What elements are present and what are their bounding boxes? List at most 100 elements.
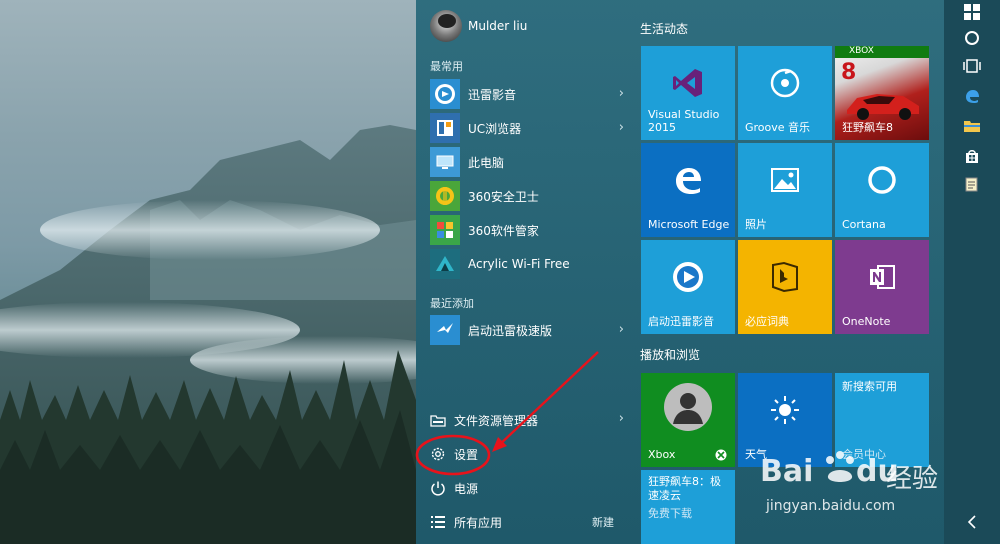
360-software-icon xyxy=(430,215,460,245)
edge-icon xyxy=(672,164,704,200)
tile-label: 启动迅雷影音 xyxy=(648,315,714,328)
app-item-this-pc[interactable]: 此电脑 xyxy=(430,146,626,178)
tile-weather[interactable]: 天气 xyxy=(738,373,832,467)
watermark-url: jingyan.baidu.com xyxy=(766,498,896,514)
new-search-label: 新搜索可用 xyxy=(842,380,897,393)
power-icon xyxy=(430,480,446,496)
tile-cortana[interactable]: Cortana xyxy=(835,143,929,237)
desktop-wallpaper xyxy=(0,0,416,544)
all-apps-label: 所有应用 xyxy=(454,515,503,530)
app-label: 360软件管家 xyxy=(468,223,539,238)
xunlei-bird-icon xyxy=(430,315,460,345)
folder-icon xyxy=(430,412,446,428)
xbox-avatar-icon xyxy=(663,382,713,436)
file-explorer-button[interactable]: 文件资源管理器 › xyxy=(430,406,626,434)
tile-label: Xbox xyxy=(648,448,676,461)
groove-music-icon xyxy=(769,67,801,103)
onenote-icon xyxy=(866,261,898,297)
360-safe-icon xyxy=(430,181,460,211)
promo-free-download: 免费下载 xyxy=(648,507,692,520)
recently-added-heading: 最近添加 xyxy=(430,297,474,310)
app-label: 此电脑 xyxy=(468,155,505,170)
search-circle-icon[interactable] xyxy=(960,26,984,50)
tile-asphalt8[interactable]: XBOX 8 狂野飙车8 xyxy=(835,46,929,140)
tile-onenote[interactable]: OneNote xyxy=(835,240,929,334)
watermark-cn: 经验 xyxy=(886,464,939,494)
task-view-icon[interactable] xyxy=(960,54,984,78)
uc-browser-icon xyxy=(430,113,460,143)
acrylic-wifi-icon xyxy=(430,249,460,279)
power-button[interactable]: 电源 xyxy=(430,474,626,502)
list-icon xyxy=(430,514,446,530)
start-menu-left-column: Mulder liu 最常用 迅雷影音 › UC浏览器 › 此电脑 360安全卫… xyxy=(416,0,624,544)
xbox-logo-icon xyxy=(715,449,727,461)
chevron-right-icon[interactable]: › xyxy=(619,322,624,337)
computer-icon xyxy=(430,147,460,177)
race-car-icon xyxy=(847,94,919,120)
visual-studio-icon xyxy=(671,66,705,104)
bing-dictionary-icon xyxy=(770,261,800,297)
tile-visual-studio[interactable]: Visual Studio 2015 xyxy=(641,46,735,140)
paw-icon xyxy=(826,451,854,482)
tile-label: Groove 音乐 xyxy=(745,121,811,134)
mountain-landscape xyxy=(0,125,416,544)
watermark-brand: Bai xyxy=(760,454,814,489)
taskbar xyxy=(944,0,1000,544)
xbox-tag: XBOX xyxy=(849,46,874,56)
tile-microsoft-edge[interactable]: Microsoft Edge xyxy=(641,143,735,237)
app-item-xunlei-speed[interactable]: 启动迅雷极速版 › xyxy=(430,314,626,346)
tile-label: Visual Studio 2015 xyxy=(648,108,720,134)
gear-icon xyxy=(430,446,446,462)
settings-button[interactable]: 设置 xyxy=(430,440,626,468)
tile-xbox[interactable]: Xbox xyxy=(641,373,735,467)
power-label: 电源 xyxy=(454,481,479,496)
cortana-icon xyxy=(866,164,898,200)
tile-xunlei-player[interactable]: 启动迅雷影音 xyxy=(641,240,735,334)
user-account[interactable]: Mulder liu xyxy=(430,10,527,42)
app-label: Acrylic Wi-Fi Free xyxy=(468,257,570,271)
promo-title: 狂野飙车8：极 速凌云 xyxy=(648,475,721,502)
tile-label: Microsoft Edge xyxy=(648,218,730,231)
app-item-acrylic-wifi[interactable]: Acrylic Wi-Fi Free xyxy=(430,248,626,280)
tile-label: OneNote xyxy=(842,315,891,328)
all-apps-button[interactable]: 所有应用 新建 xyxy=(430,508,626,536)
app-item-xunlei-player[interactable]: 迅雷影音 › xyxy=(430,78,626,110)
app-item-360-software[interactable]: 360软件管家 xyxy=(430,214,626,246)
most-used-heading: 最常用 xyxy=(430,60,463,73)
tile-label: 狂野飙车8 xyxy=(842,121,893,134)
chevron-right-icon[interactable]: › xyxy=(619,86,624,101)
chevron-right-icon[interactable]: › xyxy=(619,120,624,135)
chevron-right-icon[interactable]: › xyxy=(619,411,624,426)
tile-label: 照片 xyxy=(745,218,767,231)
file-explorer-taskbar-icon[interactable] xyxy=(960,114,984,138)
edge-taskbar-icon[interactable] xyxy=(960,84,984,108)
tile-label: Cortana xyxy=(842,218,886,231)
notepad-icon[interactable] xyxy=(960,172,984,196)
user-name: Mulder liu xyxy=(468,19,528,33)
tile-groove-music[interactable]: Groove 音乐 xyxy=(738,46,832,140)
app-label: 360安全卫士 xyxy=(468,189,539,204)
tile-label: 必应词典 xyxy=(745,315,789,328)
windows-start-icon[interactable] xyxy=(960,0,984,24)
new-badge: 新建 xyxy=(592,516,614,529)
app-item-uc-browser[interactable]: UC浏览器 › xyxy=(430,112,626,144)
xunlei-player-icon xyxy=(671,260,705,298)
app-label: 启动迅雷极速版 xyxy=(468,323,553,338)
file-explorer-label: 文件资源管理器 xyxy=(454,413,539,428)
sun-icon xyxy=(769,394,801,430)
app-label: 迅雷影音 xyxy=(468,87,517,102)
baidu-watermark: Bai du 经验 jingyan.baidu.com xyxy=(760,451,950,524)
tile-asphalt8-promo[interactable]: 狂野飙车8：极 速凌云 免费下载 xyxy=(641,470,735,544)
app-item-360-safe[interactable]: 360安全卫士 xyxy=(430,180,626,212)
tile-group-play-title: 播放和浏览 xyxy=(640,348,701,362)
settings-label: 设置 xyxy=(454,447,479,462)
tile-photos[interactable]: 照片 xyxy=(738,143,832,237)
app-label: UC浏览器 xyxy=(468,121,522,136)
tile-group-life-title: 生活动态 xyxy=(640,22,689,36)
tile-bing-dictionary[interactable]: 必应词典 xyxy=(738,240,832,334)
store-icon[interactable] xyxy=(960,144,984,168)
photos-icon xyxy=(770,167,800,197)
chevron-left-icon[interactable] xyxy=(960,510,984,534)
avatar xyxy=(430,10,462,42)
xunlei-player-icon xyxy=(430,79,460,109)
